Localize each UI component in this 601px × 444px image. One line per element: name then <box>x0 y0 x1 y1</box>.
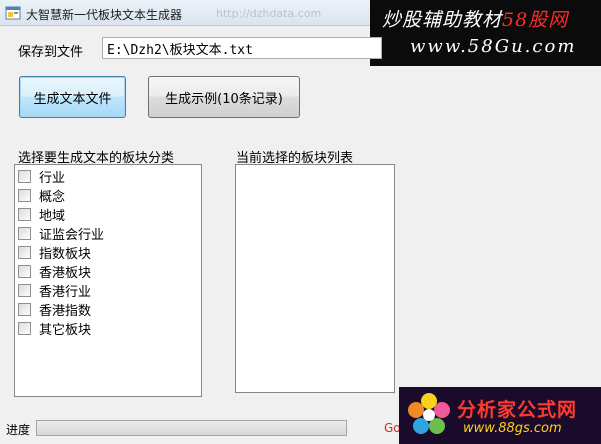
watermark-logo: 分析家公式网 www.88gs.com <box>399 387 601 444</box>
banner-line1-red: 58股网 <box>502 9 569 31</box>
checkbox[interactable] <box>18 170 31 183</box>
selected-sector-list[interactable] <box>235 164 395 393</box>
category-item-label: 证监会行业 <box>39 228 105 243</box>
category-item-label: 香港行业 <box>39 285 92 300</box>
checkbox[interactable] <box>18 322 31 335</box>
category-item[interactable]: 地域 <box>15 205 201 224</box>
logo-site-name: 分析家公式网 <box>457 399 578 421</box>
category-item-label: 地域 <box>39 209 66 224</box>
category-item-label: 香港指数 <box>39 304 92 319</box>
generate-text-file-button[interactable]: 生成文本文件 <box>19 76 126 118</box>
checkbox[interactable] <box>18 246 31 259</box>
category-item-label: 行业 <box>39 171 66 186</box>
category-item[interactable]: 香港板块 <box>15 262 201 281</box>
window-title: 大智慧新一代板块文本生成器 <box>26 8 183 22</box>
banner-url: www.58Gu.com <box>410 36 577 57</box>
checkbox[interactable] <box>18 303 31 316</box>
category-item-label: 指数板块 <box>39 247 92 262</box>
progress-label: 进度 <box>6 423 31 437</box>
banner-line1-white: 炒股辅助教材 <box>382 9 503 31</box>
logo-site-url: www.88gs.com <box>463 421 562 436</box>
file-path-input[interactable] <box>102 37 382 59</box>
category-item[interactable]: 香港行业 <box>15 281 201 300</box>
progress-bar <box>36 420 347 436</box>
category-item[interactable]: 概念 <box>15 186 201 205</box>
category-item[interactable]: 指数板块 <box>15 243 201 262</box>
category-item-label: 其它板块 <box>39 323 92 338</box>
banner-line1: 炒股辅助教材58股网 <box>382 5 568 32</box>
window-title-ghost: http://dzhdata.com <box>216 7 322 20</box>
category-item[interactable]: 证监会行业 <box>15 224 201 243</box>
category-item-label: 香港板块 <box>39 266 92 281</box>
checkbox[interactable] <box>18 284 31 297</box>
category-item[interactable]: 其它板块 <box>15 319 201 338</box>
category-item-label: 概念 <box>39 190 66 205</box>
save-to-file-label: 保存到文件 <box>18 45 84 60</box>
category-checklist[interactable]: 行业 概念 地域 证监会行业 指数板块 香港板块 香港行业 香港指数 其它板块 <box>14 164 202 397</box>
flower-logo-icon <box>408 393 450 434</box>
checkbox[interactable] <box>18 265 31 278</box>
app-icon <box>5 6 21 20</box>
category-item[interactable]: 香港指数 <box>15 300 201 319</box>
generate-sample-button[interactable]: 生成示例(10条记录) <box>148 76 300 118</box>
checkbox[interactable] <box>18 189 31 202</box>
category-item[interactable]: 行业 <box>15 167 201 186</box>
checkbox[interactable] <box>18 208 31 221</box>
watermark-banner: 炒股辅助教材58股网 www.58Gu.com <box>370 0 601 66</box>
checkbox[interactable] <box>18 227 31 240</box>
